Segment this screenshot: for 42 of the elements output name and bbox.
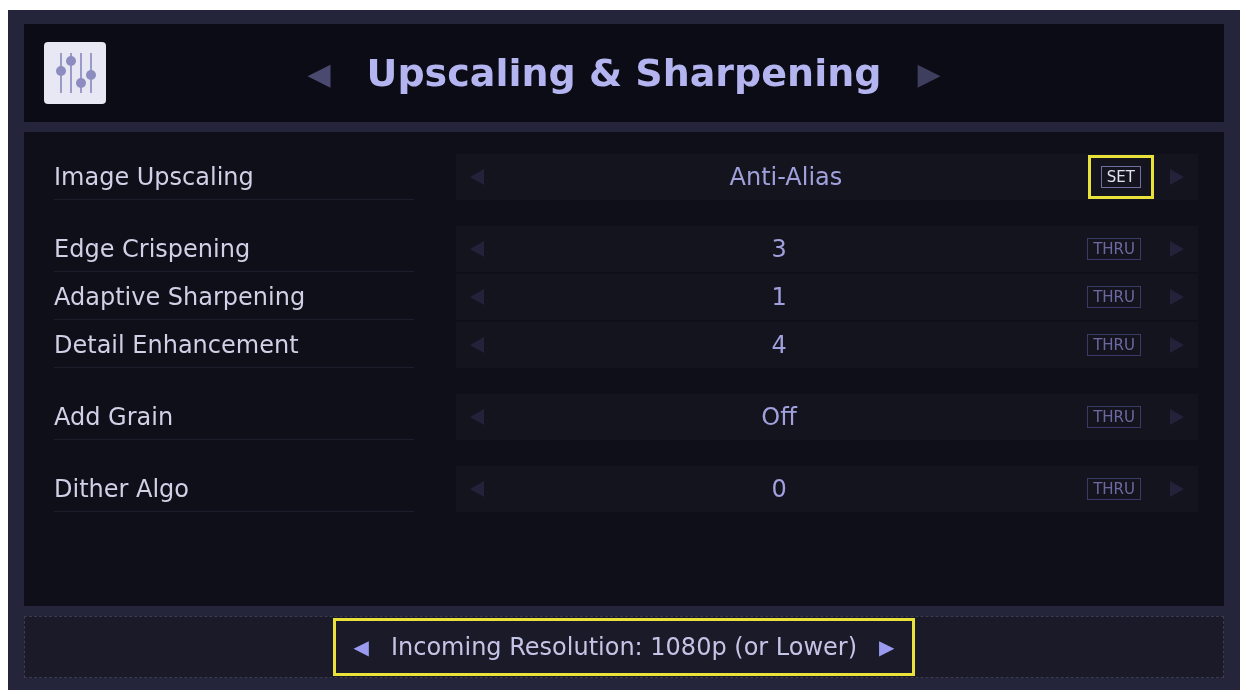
value-selector[interactable]: 1 THRU	[456, 274, 1198, 320]
right-arrow-icon[interactable]	[1170, 241, 1184, 257]
setting-value: Anti-Alias	[728, 163, 844, 191]
previous-arrow[interactable]: ◀	[353, 635, 369, 659]
left-arrow-icon[interactable]	[470, 481, 484, 497]
left-arrow-icon[interactable]	[470, 337, 484, 353]
setting-value: 0	[770, 475, 788, 503]
left-arrow-icon[interactable]	[470, 169, 484, 185]
right-arrow-icon[interactable]	[1170, 289, 1184, 305]
setting-value: Off	[760, 403, 799, 431]
setting-value: 3	[770, 235, 788, 263]
resolution-text: Incoming Resolution: 1080p (or Lower)	[390, 633, 858, 661]
left-arrow-icon[interactable]	[470, 409, 484, 425]
right-arrow-icon[interactable]	[1170, 481, 1184, 497]
right-arrow-icon[interactable]	[1170, 169, 1184, 185]
status-badge: THRU	[1087, 238, 1141, 260]
value-selector[interactable]: 3 THRU	[456, 226, 1198, 272]
left-arrow-icon[interactable]	[470, 289, 484, 305]
value-selector[interactable]: Off THRU	[456, 394, 1198, 440]
setting-label: Dither Algo	[54, 466, 414, 512]
page-title: Upscaling & Sharpening	[366, 51, 882, 95]
right-arrow-icon[interactable]	[1170, 337, 1184, 353]
sliders-icon	[44, 42, 106, 104]
status-badge: THRU	[1087, 286, 1141, 308]
value-selector[interactable]: Anti-Alias SET	[456, 154, 1198, 200]
setting-label: Adaptive Sharpening	[54, 274, 414, 320]
status-badge: THRU	[1087, 406, 1141, 428]
right-arrow-icon[interactable]	[1170, 409, 1184, 425]
status-badge: SET	[1100, 166, 1141, 188]
value-selector[interactable]: 4 THRU	[456, 322, 1198, 368]
status-badge: THRU	[1087, 478, 1141, 500]
value-selector[interactable]: 0 THRU	[456, 466, 1198, 512]
left-arrow-icon[interactable]	[470, 241, 484, 257]
setting-value: 1	[770, 283, 788, 311]
setting-label: Image Upscaling	[54, 154, 414, 200]
setting-value: 4	[770, 331, 788, 359]
setting-label: Add Grain	[54, 394, 414, 440]
next-arrow[interactable]: ▶	[879, 635, 895, 659]
status-badge: THRU	[1087, 334, 1141, 356]
setting-label: Detail Enhancement	[54, 322, 414, 368]
setting-label: Edge Crispening	[54, 226, 414, 272]
resolution-selector[interactable]: ◀ Incoming Resolution: 1080p (or Lower) ▶	[332, 618, 916, 676]
